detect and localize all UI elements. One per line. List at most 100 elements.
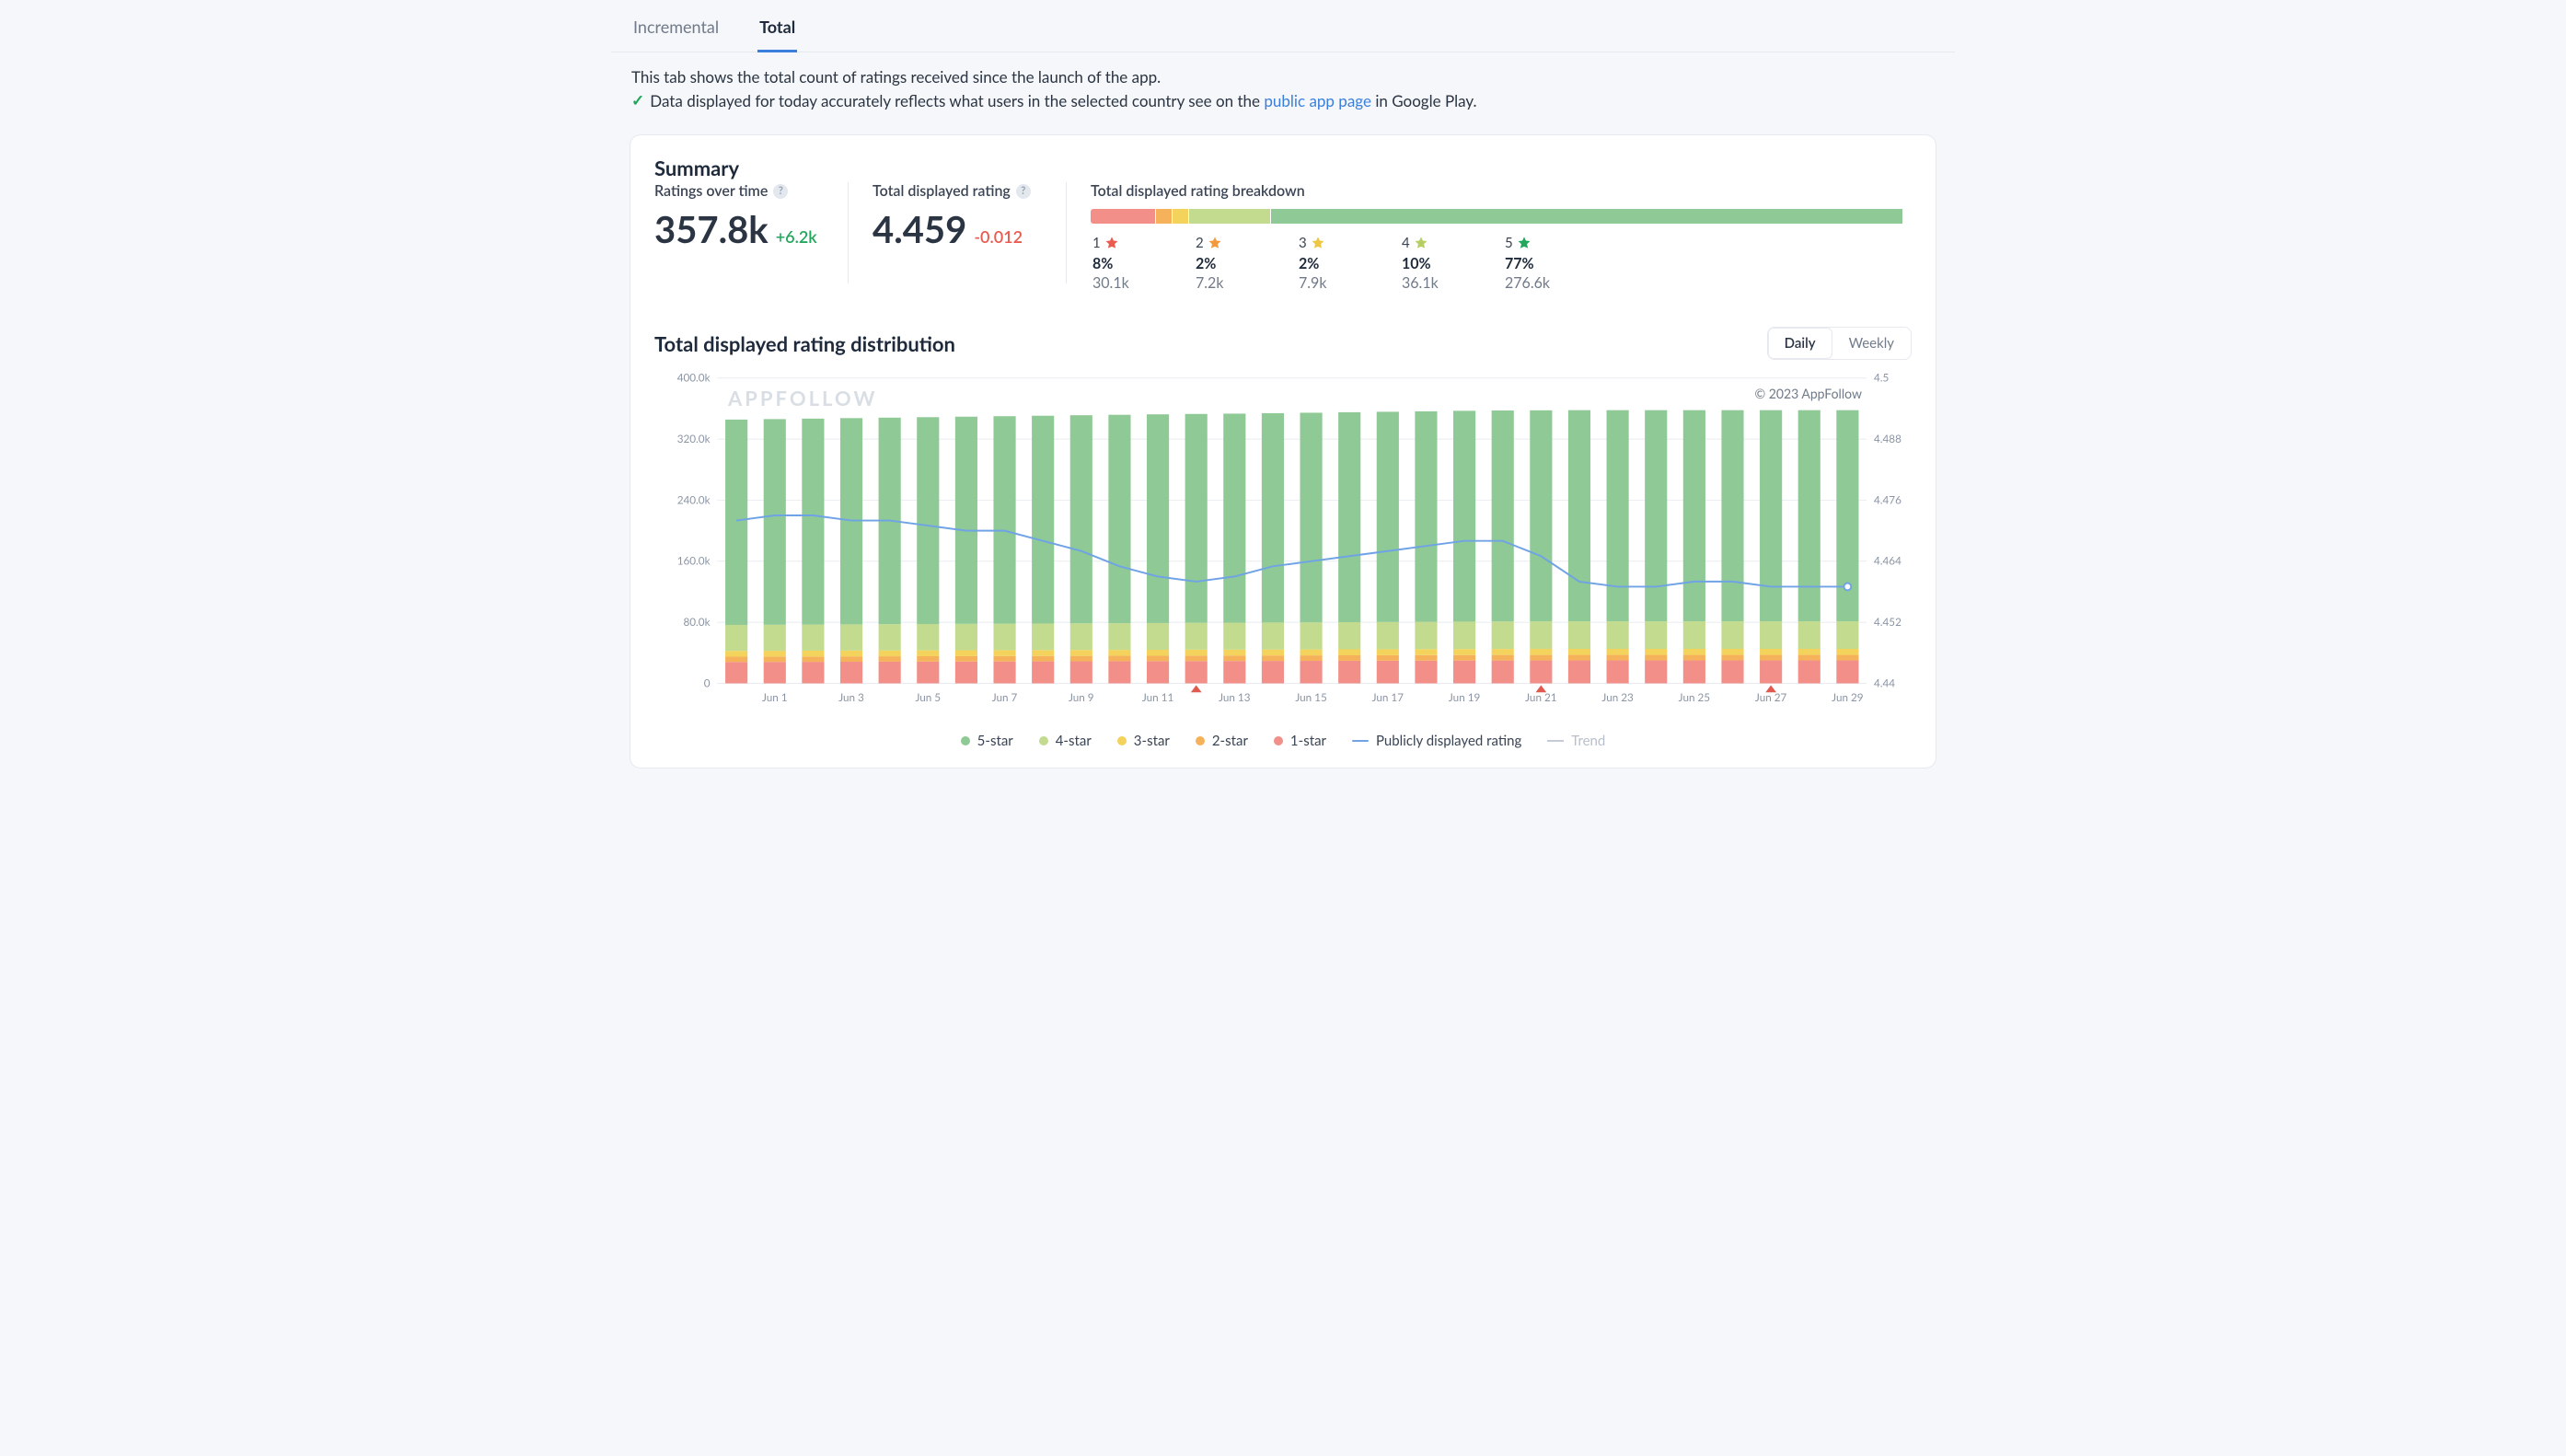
bar-3-star[interactable] <box>1645 649 1667 655</box>
bar-3-star[interactable] <box>1530 649 1552 655</box>
legend-2star[interactable]: 2-star <box>1196 733 1248 749</box>
bar-4-star[interactable] <box>879 624 901 651</box>
bar-5-star[interactable] <box>725 420 747 625</box>
bar-3-star[interactable] <box>1568 649 1590 655</box>
bar-1-star[interactable] <box>1070 662 1092 684</box>
bar-4-star[interactable] <box>1185 623 1208 650</box>
bar-3-star[interactable] <box>1836 649 1858 655</box>
bar-3-star[interactable] <box>1760 649 1782 655</box>
bar-5-star[interactable] <box>1338 412 1360 622</box>
bar-4-star[interactable] <box>993 624 1015 651</box>
bar-5-star[interactable] <box>1645 410 1667 621</box>
bar-1-star[interactable] <box>802 662 824 683</box>
bar-1-star[interactable] <box>1032 662 1054 684</box>
bar-4-star[interactable] <box>1683 621 1705 649</box>
bar-1-star[interactable] <box>725 662 747 683</box>
bar-4-star[interactable] <box>1721 621 1743 649</box>
help-icon[interactable]: ? <box>1016 184 1031 199</box>
bar-3-star[interactable] <box>1185 650 1208 655</box>
freq-daily[interactable]: Daily <box>1768 328 1832 359</box>
bar-1-star[interactable] <box>1683 661 1705 684</box>
bar-1-star[interactable] <box>764 662 786 683</box>
bar-1-star[interactable] <box>1377 661 1399 684</box>
bar-5-star[interactable] <box>1147 414 1169 623</box>
bar-2-star[interactable] <box>725 656 747 662</box>
bar-5-star[interactable] <box>1415 411 1437 622</box>
bar-3-star[interactable] <box>879 651 901 656</box>
bar-4-star[interactable] <box>802 625 824 651</box>
bar-3-star[interactable] <box>1262 650 1284 655</box>
bar-5-star[interactable] <box>993 416 1015 623</box>
bar-2-star[interactable] <box>1108 656 1130 662</box>
bar-1-star[interactable] <box>1453 661 1475 684</box>
bar-1-star[interactable] <box>1415 661 1437 684</box>
bar-2-star[interactable] <box>1607 655 1629 661</box>
bar-1-star[interactable] <box>1300 661 1322 683</box>
bar-2-star[interactable] <box>1760 655 1782 661</box>
tab-incremental[interactable]: Incremental <box>631 17 721 52</box>
freq-weekly[interactable]: Weekly <box>1832 328 1911 359</box>
bar-2-star[interactable] <box>1530 655 1552 661</box>
bar-5-star[interactable] <box>1798 410 1820 621</box>
bar-5-star[interactable] <box>1683 410 1705 621</box>
tab-total[interactable]: Total <box>757 17 797 52</box>
bar-3-star[interactable] <box>1415 649 1437 655</box>
bar-4-star[interactable] <box>1492 621 1514 649</box>
bar-1-star[interactable] <box>1262 661 1284 683</box>
bar-2-star[interactable] <box>1415 655 1437 661</box>
bar-1-star[interactable] <box>1147 661 1169 683</box>
bar-3-star[interactable] <box>993 650 1015 655</box>
legend-4star[interactable]: 4-star <box>1039 733 1092 749</box>
legend-public-rating[interactable]: Publicly displayed rating <box>1352 733 1521 749</box>
bar-2-star[interactable] <box>917 656 939 662</box>
bar-5-star[interactable] <box>1377 411 1399 621</box>
bar-2-star[interactable] <box>1492 655 1514 661</box>
bar-3-star[interactable] <box>1223 650 1245 655</box>
bar-3-star[interactable] <box>1300 650 1322 655</box>
bar-1-star[interactable] <box>879 662 901 684</box>
bar-2-star[interactable] <box>1721 655 1743 661</box>
bar-3-star[interactable] <box>955 651 977 656</box>
bar-2-star[interactable] <box>1185 655 1208 661</box>
bar-1-star[interactable] <box>1607 661 1629 684</box>
bar-4-star[interactable] <box>764 625 786 651</box>
bar-4-star[interactable] <box>1262 622 1284 649</box>
bar-2-star[interactable] <box>1338 655 1360 661</box>
bar-2-star[interactable] <box>1262 655 1284 661</box>
bar-3-star[interactable] <box>1492 649 1514 655</box>
bar-5-star[interactable] <box>1453 410 1475 621</box>
bar-1-star[interactable] <box>1836 661 1858 684</box>
bar-2-star[interactable] <box>1798 655 1820 661</box>
bar-4-star[interactable] <box>1032 623 1054 650</box>
legend-1star[interactable]: 1-star <box>1274 733 1326 749</box>
bar-1-star[interactable] <box>917 662 939 684</box>
bar-4-star[interactable] <box>1415 622 1437 650</box>
bar-4-star[interactable] <box>840 624 862 650</box>
bar-1-star[interactable] <box>1760 661 1782 684</box>
bar-3-star[interactable] <box>1721 649 1743 655</box>
bar-5-star[interactable] <box>764 419 786 624</box>
bar-4-star[interactable] <box>1530 621 1552 649</box>
bar-2-star[interactable] <box>764 656 786 662</box>
bar-2-star[interactable] <box>1300 655 1322 661</box>
bar-5-star[interactable] <box>1185 414 1208 623</box>
bar-2-star[interactable] <box>879 656 901 662</box>
bar-5-star[interactable] <box>1568 410 1590 621</box>
bar-1-star[interactable] <box>955 662 977 684</box>
bar-5-star[interactable] <box>1032 416 1054 624</box>
bar-4-star[interactable] <box>1836 621 1858 649</box>
bar-4-star[interactable] <box>1070 623 1092 650</box>
bar-1-star[interactable] <box>1108 661 1130 683</box>
bar-2-star[interactable] <box>993 656 1015 662</box>
bar-5-star[interactable] <box>1607 410 1629 621</box>
bar-2-star[interactable] <box>1568 655 1590 661</box>
bar-4-star[interactable] <box>1453 621 1475 649</box>
bar-2-star[interactable] <box>1032 656 1054 662</box>
bar-3-star[interactable] <box>1147 650 1169 655</box>
bar-4-star[interactable] <box>1760 621 1782 649</box>
bar-4-star[interactable] <box>1147 623 1169 650</box>
bar-3-star[interactable] <box>1108 650 1130 655</box>
bar-2-star[interactable] <box>1377 655 1399 661</box>
bar-1-star[interactable] <box>1568 661 1590 684</box>
bar-4-star[interactable] <box>917 624 939 651</box>
